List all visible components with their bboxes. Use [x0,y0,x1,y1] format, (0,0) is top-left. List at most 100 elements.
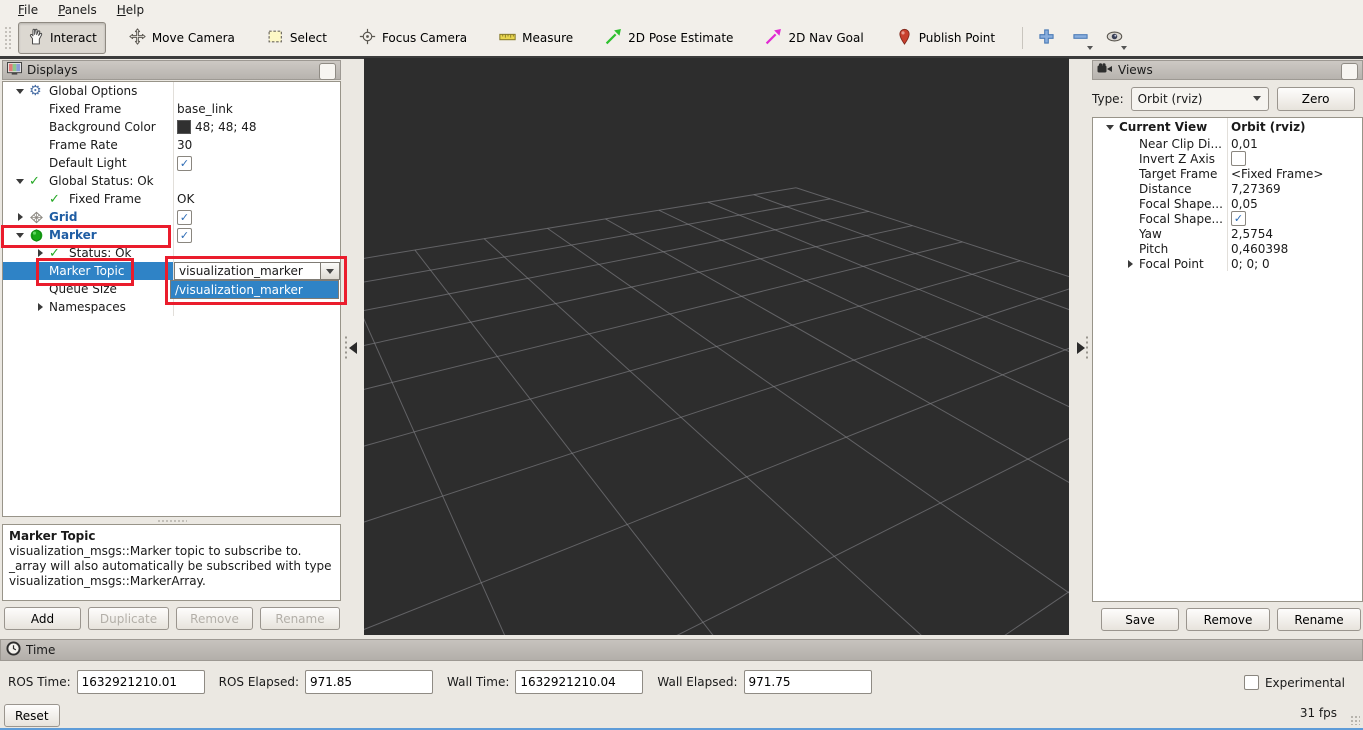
views-row-current-view[interactable]: Current ViewOrbit (rviz) [1093,118,1362,136]
views-row-pitch[interactable]: Pitch0,460398 [1093,241,1362,256]
expander-open-icon[interactable] [11,179,29,184]
expander-closed-icon[interactable] [1121,260,1139,268]
right-dock-splitter[interactable] [1069,58,1092,637]
remove-tool-button[interactable] [1067,25,1093,51]
left-dock-splitter[interactable] [341,58,364,637]
expander-closed-icon[interactable] [11,213,29,221]
checkbox-checked[interactable]: ✓ [1231,211,1246,226]
displays-row-global-status-ok[interactable]: ✓Global Status: Ok [3,172,340,190]
gear-icon: ⚙ [29,83,49,99]
views-save-button[interactable]: Save [1101,608,1179,631]
property-value: 30 [177,138,192,152]
displays-panel-title: Displays [27,63,77,77]
views-row-distance[interactable]: Distance7,27369 [1093,181,1362,196]
color-swatch [177,120,191,134]
tool-focus-camera[interactable]: Focus Camera [350,22,476,54]
displays-help-splitter[interactable] [2,517,341,524]
views-buttons: Save Remove Rename [1101,608,1361,631]
displays-label: Fixed Frame [69,192,141,206]
displays-duplicate-button[interactable]: Duplicate [88,607,169,630]
toolbar-grip[interactable] [4,26,12,50]
views-row-target-frame[interactable]: Target Frame<Fixed Frame> [1093,166,1362,181]
wall-time-input[interactable] [515,670,643,694]
dropdown-option[interactable]: /visualization_marker [171,281,338,298]
displays-row-frame-rate[interactable]: Frame Rate30 [3,136,340,154]
ros-elapsed-input[interactable] [305,670,433,694]
reset-button[interactable]: Reset [4,704,60,727]
displays-label: Grid [49,210,77,224]
collapse-right-panel-icon[interactable] [1077,342,1085,354]
resize-grip[interactable] [1350,715,1360,725]
zero-button[interactable]: Zero [1277,87,1355,111]
menu-help[interactable]: Help [107,1,154,19]
focus-icon [359,28,376,48]
add-tool-button[interactable] [1033,25,1059,51]
tool-publish-point[interactable]: Publish Point [887,22,1004,54]
tool-2d-nav-goal[interactable]: 2D Nav Goal [756,22,872,54]
property-value: 0; 0; 0 [1231,257,1270,271]
marker-topic-combo[interactable]: visualization_marker [174,262,340,280]
displays-row-grid[interactable]: Grid ✓ [3,208,340,226]
displays-row-namespaces[interactable]: Namespaces [3,298,340,316]
expander-open-icon[interactable] [11,233,29,238]
checkbox-unchecked[interactable] [1231,151,1246,166]
property-value: 2,5754 [1231,227,1273,241]
menu-panels[interactable]: Panels [48,1,107,19]
tool-interact[interactable]: Interact [18,22,106,54]
views-rename-button[interactable]: Rename [1277,608,1361,631]
tool-measure[interactable]: Measure [490,22,582,54]
check-icon: ✓ [29,174,49,189]
displays-row-marker[interactable]: Marker✓ [3,226,340,244]
pose-arrow-icon [605,28,622,48]
combo-dropdown-button[interactable] [320,263,339,279]
grid-icon [29,210,49,225]
displays-add-button[interactable]: Add [4,607,81,630]
displays-row-background-color[interactable]: Background Color48; 48; 48 [3,118,340,136]
displays-row-fixed-frame[interactable]: Fixed Framebase_link [3,100,340,118]
displays-row-marker-topic[interactable]: Marker Topicvisualization_marker [3,262,340,280]
expander-closed-icon[interactable] [31,303,49,311]
views-label: Focal Point [1139,257,1204,271]
displays-rename-button[interactable]: Rename [260,607,340,630]
views-float-button[interactable] [1341,63,1358,80]
displays-float-button[interactable] [319,63,336,80]
displays-row-default-light[interactable]: Default Light ✓ [3,154,340,172]
displays-label: Default Light [49,156,127,170]
views-remove-button[interactable]: Remove [1186,608,1270,631]
property-value: 0,01 [1231,137,1258,151]
displays-label: Fixed Frame [49,102,121,116]
3d-viewport[interactable] [364,58,1069,635]
displays-row-status-ok[interactable]: ✓Status: Ok [3,244,340,262]
views-label: Current View [1119,120,1207,134]
displays-label: Global Status: Ok [49,174,154,188]
checkbox-checked[interactable]: ✓ [177,156,192,171]
views-row-focal-shape[interactable]: Focal Shape...0,05 [1093,196,1362,211]
displays-buttons: Add Duplicate Remove Rename [4,607,340,630]
views-row-near-clip-di[interactable]: Near Clip Di...0,01 [1093,136,1362,151]
views-label: Distance [1139,182,1191,196]
views-row-yaw[interactable]: Yaw2,5754 [1093,226,1362,241]
experimental-checkbox[interactable] [1244,675,1259,690]
views-row-focal-point[interactable]: Focal Point 0; 0; 0 [1093,256,1362,271]
displays-row-fixed-frame[interactable]: ✓Fixed FrameOK [3,190,340,208]
expander-open-icon[interactable] [1101,125,1119,130]
views-row-focal-shape[interactable]: Focal Shape...✓ [1093,211,1362,226]
wall-elapsed-input[interactable] [744,670,872,694]
menu-file[interactable]: File [8,1,48,19]
expander-closed-icon[interactable] [31,249,49,257]
displays-label: Namespaces [49,300,126,314]
ros-time-input[interactable] [77,670,205,694]
collapse-left-panel-icon[interactable] [349,342,357,354]
displays-row-global-options[interactable]: ⚙Global Options [3,82,340,100]
checkbox-checked[interactable]: ✓ [177,228,192,243]
tool-visibility-button[interactable] [1101,25,1127,51]
expander-open-icon[interactable] [11,89,29,94]
check-icon: ✓ [49,246,69,261]
tool-move-camera[interactable]: Move Camera [120,22,244,54]
views-row-invert-z-axis[interactable]: Invert Z Axis [1093,151,1362,166]
tool-2d-pose-estimate[interactable]: 2D Pose Estimate [596,22,742,54]
view-type-select[interactable]: Orbit (rviz) [1131,87,1269,111]
tool-select[interactable]: Select [258,22,336,54]
checkbox-checked[interactable]: ✓ [177,210,192,225]
displays-remove-button[interactable]: Remove [176,607,253,630]
